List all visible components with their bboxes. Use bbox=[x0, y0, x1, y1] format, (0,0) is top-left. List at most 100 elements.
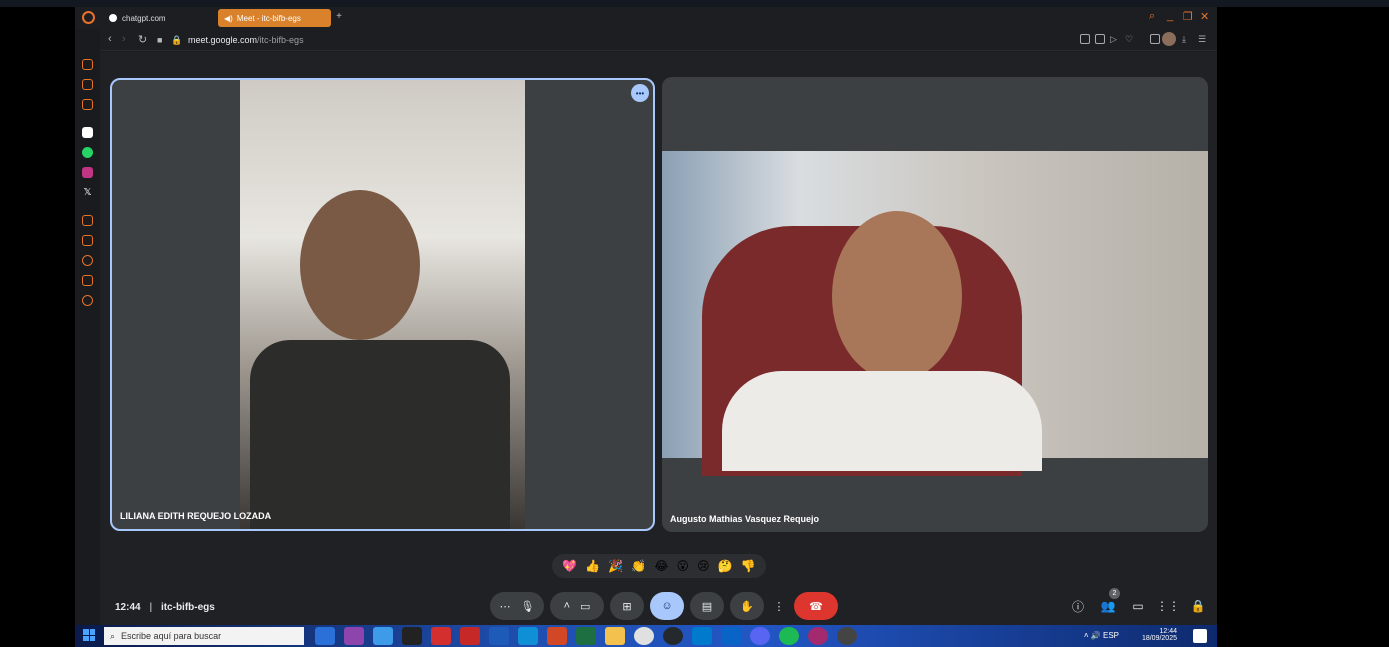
tab-title: Meet - itc-bifb-egs bbox=[236, 13, 301, 23]
pin-icon[interactable] bbox=[82, 215, 93, 226]
reaction-thinking[interactable]: 🤔 bbox=[718, 560, 733, 572]
taskbar-search[interactable]: ⌕ Escribe aquí para buscar bbox=[104, 627, 304, 645]
vscode-icon[interactable] bbox=[692, 627, 712, 645]
volume-icon: 🔊 bbox=[1090, 631, 1103, 640]
instagram-icon[interactable] bbox=[82, 167, 93, 178]
play-icon[interactable]: ▷ bbox=[1110, 34, 1120, 44]
reaction-heart[interactable]: 💖 bbox=[562, 560, 577, 572]
participant-tile[interactable]: ••• LILIANA EDITH REQUEJO LOZADA bbox=[110, 78, 655, 531]
speed-dial-icon[interactable] bbox=[82, 235, 93, 246]
audio-playing-icon: ◀) bbox=[224, 13, 233, 23]
reload-button[interactable]: ↻ bbox=[138, 33, 147, 46]
download-icon[interactable]: ⤓ bbox=[1182, 34, 1192, 44]
participant-name: Augusto Mathias Vasquez Requejo bbox=[670, 514, 820, 524]
meeting-details-button[interactable]: ⓘ bbox=[1070, 598, 1086, 614]
raise-hand-button[interactable]: ✋ bbox=[730, 592, 764, 620]
wallet-icon[interactable] bbox=[82, 99, 93, 110]
extensions-puzzle-icon[interactable] bbox=[1150, 34, 1160, 44]
more-options-button[interactable]: ⋮ bbox=[770, 592, 788, 620]
discord-icon[interactable] bbox=[750, 627, 770, 645]
app-icon[interactable] bbox=[373, 627, 393, 645]
emoji-icon: ☺ bbox=[661, 600, 673, 612]
opera-gx-icon[interactable] bbox=[808, 627, 828, 645]
menu-icon[interactable]: ☰ bbox=[1198, 34, 1208, 44]
penguin-icon[interactable] bbox=[402, 627, 422, 645]
tab-bar: chatgpt.com ◀) Meet - itc-bifb-egs + ⌕ _… bbox=[75, 7, 1217, 29]
host-controls-button[interactable]: 🔒 bbox=[1190, 598, 1206, 614]
reaction-thumbs-up[interactable]: 👍 bbox=[585, 560, 600, 572]
url-field[interactable]: meet.google.com/itc-bifb-egs bbox=[188, 35, 304, 45]
video-options-button[interactable]: ˄ ▭ bbox=[550, 592, 604, 620]
history-icon[interactable] bbox=[82, 59, 93, 70]
notifications-icon[interactable] bbox=[1193, 629, 1207, 643]
people-button[interactable]: 👥 2 bbox=[1100, 588, 1120, 614]
taskbar-clock[interactable]: 12:44 18/09/2025 bbox=[1142, 628, 1177, 642]
system-tray[interactable]: ˄ 🔊 ESP bbox=[1084, 631, 1119, 640]
word-icon[interactable] bbox=[489, 627, 509, 645]
visual-studio-icon[interactable] bbox=[344, 627, 364, 645]
edge-icon[interactable] bbox=[518, 627, 538, 645]
reaction-clap[interactable]: 👏 bbox=[631, 560, 646, 572]
people-icon: 👥 bbox=[1100, 599, 1116, 613]
participant-count-badge: 2 bbox=[1109, 588, 1120, 599]
minimize-button[interactable]: _ bbox=[1167, 10, 1173, 22]
separator: | bbox=[149, 602, 153, 613]
reaction-surprised[interactable]: 😮 bbox=[677, 560, 690, 572]
app-icon[interactable] bbox=[460, 627, 480, 645]
captions-button[interactable]: ▤ bbox=[690, 592, 724, 620]
back-button[interactable]: ‹ bbox=[108, 33, 112, 45]
leave-call-button[interactable]: ☎ bbox=[794, 592, 838, 620]
speaking-indicator-icon: ••• bbox=[631, 84, 649, 102]
profile-avatar[interactable] bbox=[1162, 32, 1176, 46]
meeting-code: itc-bifb-egs bbox=[160, 602, 215, 613]
aria-icon[interactable] bbox=[82, 79, 93, 90]
send-reaction-button[interactable]: ☺ bbox=[650, 592, 684, 620]
chrome-icon[interactable] bbox=[634, 627, 654, 645]
tab-meet[interactable]: ◀) Meet - itc-bifb-egs bbox=[218, 9, 331, 27]
close-button[interactable]: ✕ bbox=[1200, 10, 1209, 23]
github-icon[interactable] bbox=[663, 627, 683, 645]
reaction-thumbs-down[interactable]: 👎 bbox=[741, 560, 756, 572]
lock-icon[interactable]: 🔒 bbox=[171, 35, 182, 46]
heart-icon[interactable]: ♡ bbox=[1125, 34, 1135, 44]
forward-button[interactable]: › bbox=[122, 33, 126, 45]
pin-page-icon[interactable] bbox=[1080, 34, 1090, 44]
participant-face bbox=[300, 190, 420, 340]
reaction-sad[interactable]: 😢 bbox=[697, 560, 710, 572]
info-icon: ⓘ bbox=[1071, 599, 1084, 614]
tab-chatgpt[interactable]: chatgpt.com bbox=[103, 9, 213, 27]
windows-start-icon[interactable] bbox=[83, 629, 95, 641]
excel-icon[interactable] bbox=[576, 627, 596, 645]
spotify-icon[interactable] bbox=[779, 627, 799, 645]
camera-indicator-icon[interactable]: ■ bbox=[157, 35, 162, 45]
snapshot-icon[interactable] bbox=[1095, 34, 1105, 44]
powerpoint-icon[interactable] bbox=[547, 627, 567, 645]
whatsapp-icon[interactable] bbox=[82, 147, 93, 158]
file-explorer-icon[interactable] bbox=[605, 627, 625, 645]
audio-options-button[interactable]: ⋯ 🎙 bbox=[490, 592, 544, 620]
participant-tile[interactable]: Augusto Mathias Vasquez Requejo bbox=[662, 77, 1208, 532]
tray-chevron-icon: ˄ bbox=[1083, 631, 1091, 640]
present-screen-button[interactable]: ⊞ bbox=[610, 592, 644, 620]
outlook-icon[interactable] bbox=[721, 627, 741, 645]
app-icon[interactable] bbox=[82, 127, 93, 138]
new-tab-button[interactable]: + bbox=[333, 11, 345, 23]
app-icon[interactable] bbox=[315, 627, 335, 645]
opera-menu-icon[interactable] bbox=[82, 11, 95, 24]
settings-icon[interactable] bbox=[82, 295, 93, 306]
clock-icon[interactable] bbox=[82, 255, 93, 266]
hangup-icon: ☎ bbox=[809, 600, 823, 613]
search-tabs-icon[interactable]: ⌕ bbox=[1149, 10, 1155, 23]
extensions-icon[interactable] bbox=[82, 275, 93, 286]
opera-icon[interactable] bbox=[837, 627, 857, 645]
opera-sidebar: 𝕏 bbox=[75, 29, 100, 625]
maximize-button[interactable]: ❐ bbox=[1183, 10, 1193, 23]
chat-button[interactable]: ▭ bbox=[1130, 598, 1146, 614]
participant-name: LILIANA EDITH REQUEJO LOZADA bbox=[120, 511, 272, 521]
hand-icon: ✋ bbox=[740, 600, 754, 613]
reaction-laugh[interactable]: 😂 bbox=[654, 560, 668, 572]
reaction-party[interactable]: 🎉 bbox=[608, 560, 623, 572]
x-icon[interactable]: 𝕏 bbox=[82, 187, 93, 198]
acrobat-icon[interactable] bbox=[431, 627, 451, 645]
activities-button[interactable]: ⋮⋮ bbox=[1156, 598, 1180, 614]
